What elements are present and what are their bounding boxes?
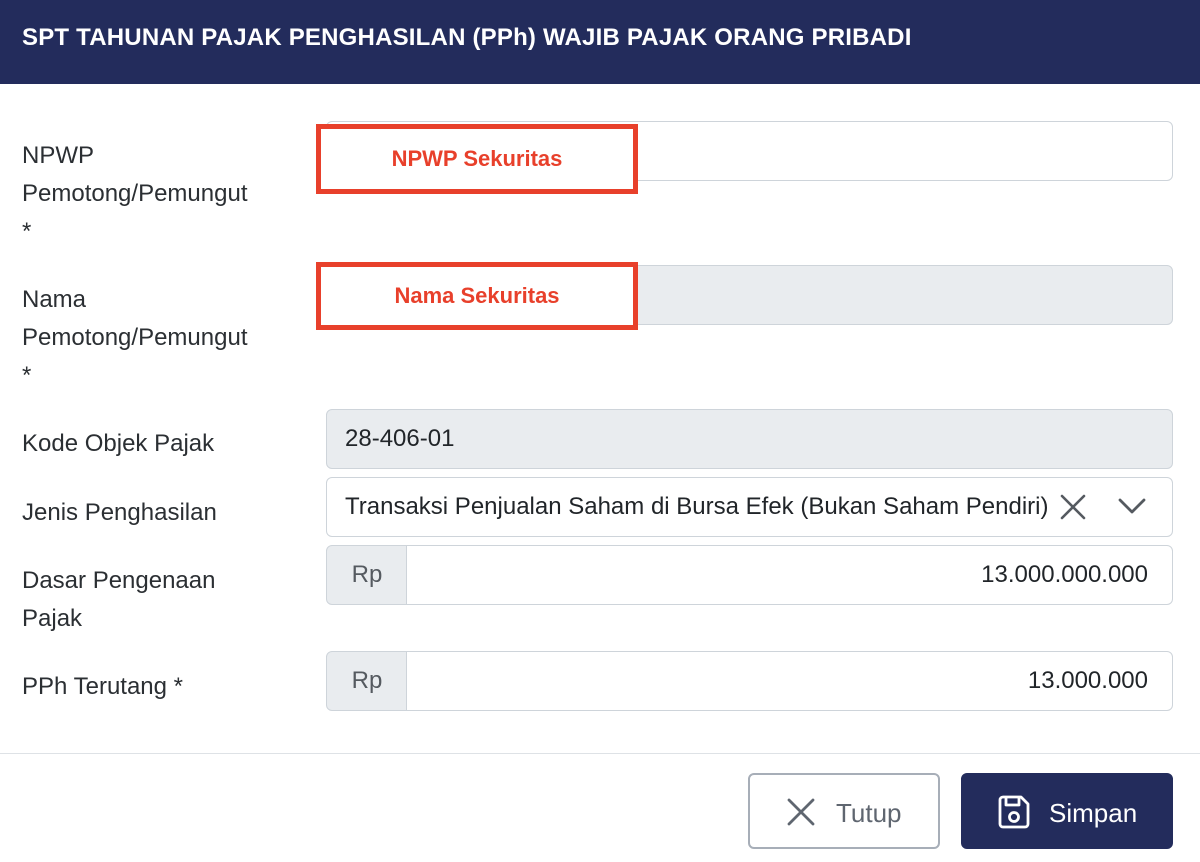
x-icon [787, 798, 815, 826]
pph-terutang-input[interactable]: 13.000.000 [406, 651, 1173, 711]
npwp-label: NPWP Pemotong/Pemungut * [22, 142, 248, 245]
nama-redaction: Nama Sekuritas [316, 262, 638, 330]
kode-objek-input: 28-406-01 [326, 409, 1173, 469]
modal-header: SPT TAHUNAN PAJAK PENGHASILAN (PPh) WAJI… [0, 0, 1200, 84]
kode-objek-label: Kode Objek Pajak [22, 430, 215, 457]
chevron-down-icon[interactable] [1117, 494, 1147, 518]
nama-label: Nama Pemotong/Pemungut * [22, 286, 248, 389]
close-button-label: Tutup [836, 798, 902, 828]
pph-terutang-currency: Rp [326, 651, 408, 711]
save-button[interactable]: Simpan [961, 773, 1173, 849]
jenis-penghasilan-select[interactable]: Transaksi Penjualan Saham di Bursa Efek … [326, 477, 1173, 537]
kode-objek-value: 28-406-01 [345, 425, 455, 452]
pph-terutang-label: PPh Terutang * [22, 673, 184, 700]
save-button-label: Simpan [1049, 798, 1138, 828]
pph-terutang-value: 13.000.000 [1027, 667, 1148, 694]
dasar-pengenaan-value: 13.000.000.000 [981, 561, 1148, 588]
footer-divider [0, 753, 1200, 754]
floppy-disk-icon [998, 795, 1030, 829]
close-icon[interactable] [1059, 493, 1087, 521]
dasar-pengenaan-label: Dasar Pengenaan Pajak [22, 567, 216, 632]
jenis-penghasilan-value: Transaksi Penjualan Saham di Bursa Efek … [345, 493, 1049, 520]
jenis-penghasilan-label: Jenis Penghasilan [22, 499, 217, 526]
dasar-pengenaan-input[interactable]: 13.000.000.000 [406, 545, 1173, 605]
dasar-pengenaan-currency: Rp [326, 545, 408, 605]
close-button[interactable]: Tutup [748, 773, 940, 849]
npwp-redaction: NPWP Sekuritas [316, 124, 638, 194]
modal-title: SPT TAHUNAN PAJAK PENGHASILAN (PPh) WAJI… [22, 24, 912, 51]
